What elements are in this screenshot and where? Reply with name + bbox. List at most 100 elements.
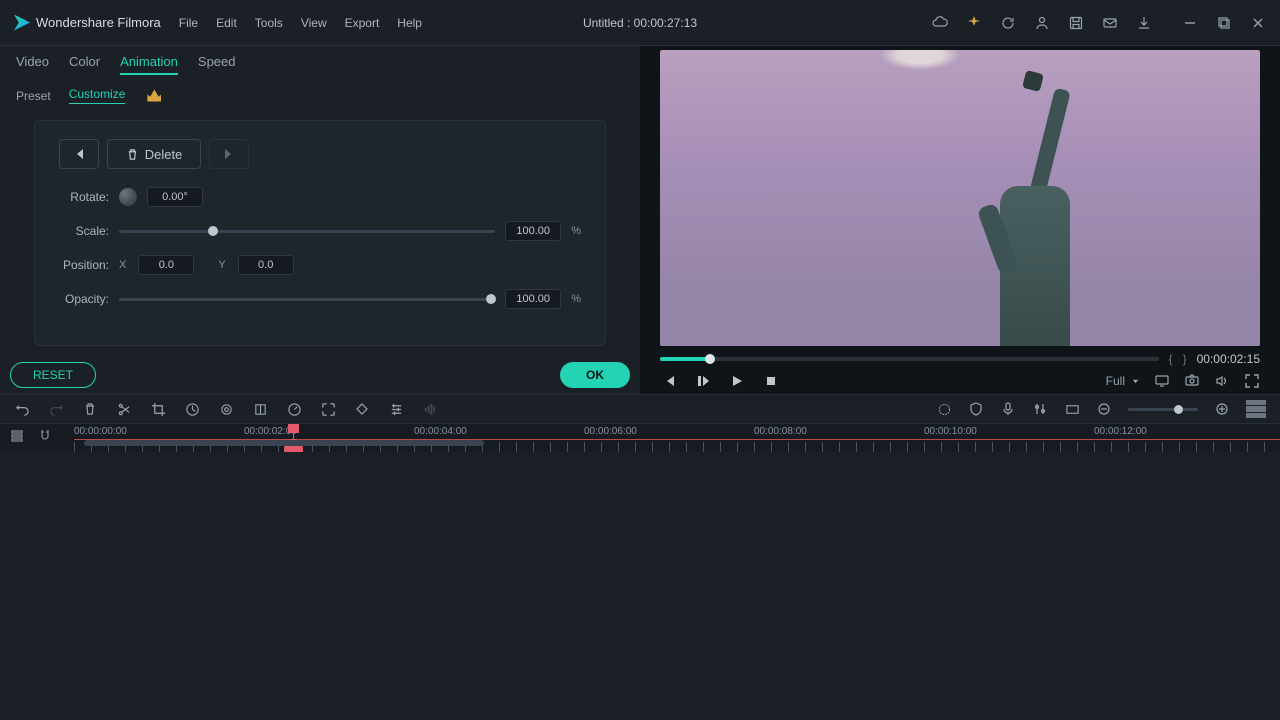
- project-title: Untitled : 00:00:27:13: [583, 16, 697, 30]
- scale-value[interactable]: [505, 221, 561, 241]
- split-icon[interactable]: [116, 401, 132, 417]
- zoom-in-icon[interactable]: [1214, 401, 1230, 417]
- opacity-value[interactable]: [505, 289, 561, 309]
- quality-label: Full: [1106, 374, 1125, 388]
- magnet-icon[interactable]: [38, 428, 52, 442]
- preview-quality-dropdown[interactable]: Full: [1106, 374, 1140, 388]
- preview-content: [880, 50, 960, 70]
- inspector-tabs: Video Color Animation Speed: [0, 46, 640, 81]
- snapshot-icon[interactable]: [1184, 373, 1200, 389]
- menu-export[interactable]: Export: [345, 16, 380, 30]
- ruler-mark: 00:00:04:00: [414, 426, 467, 437]
- preview-viewport[interactable]: [660, 50, 1260, 346]
- timeline-scrollbar[interactable]: [74, 438, 1280, 448]
- keyframe-icon[interactable]: [354, 401, 370, 417]
- animation-properties: Delete Rotate: Scale: % Position: X Y: [34, 120, 606, 346]
- ruler-mark: 00:00:08:00: [754, 426, 807, 437]
- opacity-unit: %: [571, 293, 581, 305]
- crop-icon[interactable]: [150, 401, 166, 417]
- track-height-icon[interactable]: [1246, 400, 1266, 418]
- minimize-icon[interactable]: [1182, 15, 1198, 31]
- opacity-slider[interactable]: [119, 291, 495, 307]
- delete-label: Delete: [145, 147, 183, 162]
- download-icon[interactable]: [1136, 15, 1152, 31]
- ruler-mark: 00:00:06:00: [584, 426, 637, 437]
- expand-icon[interactable]: [320, 401, 336, 417]
- logo-icon: [14, 15, 30, 31]
- prev-keyframe-button[interactable]: [59, 139, 99, 169]
- mark-in-icon[interactable]: {: [1169, 352, 1173, 366]
- marker-icon[interactable]: [286, 401, 302, 417]
- timeline: 00:00:00:00 00:00:02:00 00:00:04:00 00:0…: [0, 424, 1280, 452]
- subtab-preset[interactable]: Preset: [16, 89, 51, 103]
- menu-file[interactable]: File: [179, 16, 198, 30]
- render-icon[interactable]: [936, 401, 952, 417]
- mark-out-icon[interactable]: }: [1183, 352, 1187, 366]
- redo-icon: [48, 401, 64, 417]
- crown-icon: [147, 90, 161, 102]
- rotate-dial[interactable]: [119, 188, 137, 206]
- ruler-mark: 00:00:00:00: [74, 426, 127, 437]
- volume-icon[interactable]: [1214, 373, 1230, 389]
- close-icon[interactable]: [1250, 15, 1266, 31]
- zoom-out-icon[interactable]: [1096, 401, 1112, 417]
- preview-scrubber[interactable]: [660, 357, 1159, 361]
- cloud-icon[interactable]: [932, 15, 948, 31]
- display-icon[interactable]: [1154, 373, 1170, 389]
- tab-video[interactable]: Video: [16, 54, 49, 75]
- adjust-icon[interactable]: [388, 401, 404, 417]
- delete-keyframe-button[interactable]: Delete: [107, 139, 201, 169]
- greenscreen-icon[interactable]: [252, 401, 268, 417]
- color-icon[interactable]: [218, 401, 234, 417]
- app-name: Wondershare Filmora: [36, 15, 161, 30]
- play-pause-button[interactable]: [694, 372, 712, 390]
- undo-icon[interactable]: [14, 401, 30, 417]
- tab-animation[interactable]: Animation: [120, 54, 178, 75]
- scale-label: Scale:: [59, 224, 109, 238]
- track-manager-icon[interactable]: [10, 428, 24, 442]
- preview-timecode: 00:00:02:15: [1197, 352, 1260, 366]
- ruler-mark: 00:00:02:00: [244, 426, 297, 437]
- menu-help[interactable]: Help: [397, 16, 422, 30]
- scale-unit: %: [571, 225, 581, 237]
- animation-subtabs: Preset Customize: [0, 81, 640, 114]
- play-button[interactable]: [728, 372, 746, 390]
- position-y-value[interactable]: [238, 255, 294, 275]
- ruler-mark: 00:00:12:00: [1094, 426, 1147, 437]
- speed-icon[interactable]: [184, 401, 200, 417]
- tab-speed[interactable]: Speed: [198, 54, 236, 75]
- ok-button[interactable]: OK: [560, 362, 630, 388]
- mixer-icon[interactable]: [1032, 401, 1048, 417]
- menu-view[interactable]: View: [301, 16, 327, 30]
- position-x-label: X: [119, 259, 126, 271]
- opacity-label: Opacity:: [59, 292, 109, 306]
- rotate-value[interactable]: [147, 187, 203, 207]
- refresh-icon[interactable]: [1000, 15, 1016, 31]
- reset-button[interactable]: RESET: [10, 362, 96, 388]
- app-logo: Wondershare Filmora: [14, 15, 161, 31]
- aspect-icon[interactable]: [1064, 401, 1080, 417]
- audio-icon: [422, 401, 438, 417]
- stop-button[interactable]: [762, 372, 780, 390]
- menu-edit[interactable]: Edit: [216, 16, 237, 30]
- position-y-label: Y: [218, 259, 225, 271]
- menu-tools[interactable]: Tools: [255, 16, 283, 30]
- scale-slider[interactable]: [119, 223, 495, 239]
- position-x-value[interactable]: [138, 255, 194, 275]
- user-icon[interactable]: [1034, 15, 1050, 31]
- step-back-button[interactable]: [660, 372, 678, 390]
- position-label: Position:: [59, 258, 109, 272]
- fullscreen-icon[interactable]: [1244, 373, 1260, 389]
- sparkle-icon[interactable]: [966, 15, 982, 31]
- shield-icon[interactable]: [968, 401, 984, 417]
- mic-icon[interactable]: [1000, 401, 1016, 417]
- maximize-icon[interactable]: [1216, 15, 1232, 31]
- zoom-slider[interactable]: [1128, 408, 1198, 411]
- menu-bar: File Edit Tools View Export Help: [179, 16, 422, 30]
- next-keyframe-button: [209, 139, 249, 169]
- delete-icon[interactable]: [82, 401, 98, 417]
- tab-color[interactable]: Color: [69, 54, 100, 75]
- subtab-customize[interactable]: Customize: [69, 87, 126, 104]
- mail-icon[interactable]: [1102, 15, 1118, 31]
- save-icon[interactable]: [1068, 15, 1084, 31]
